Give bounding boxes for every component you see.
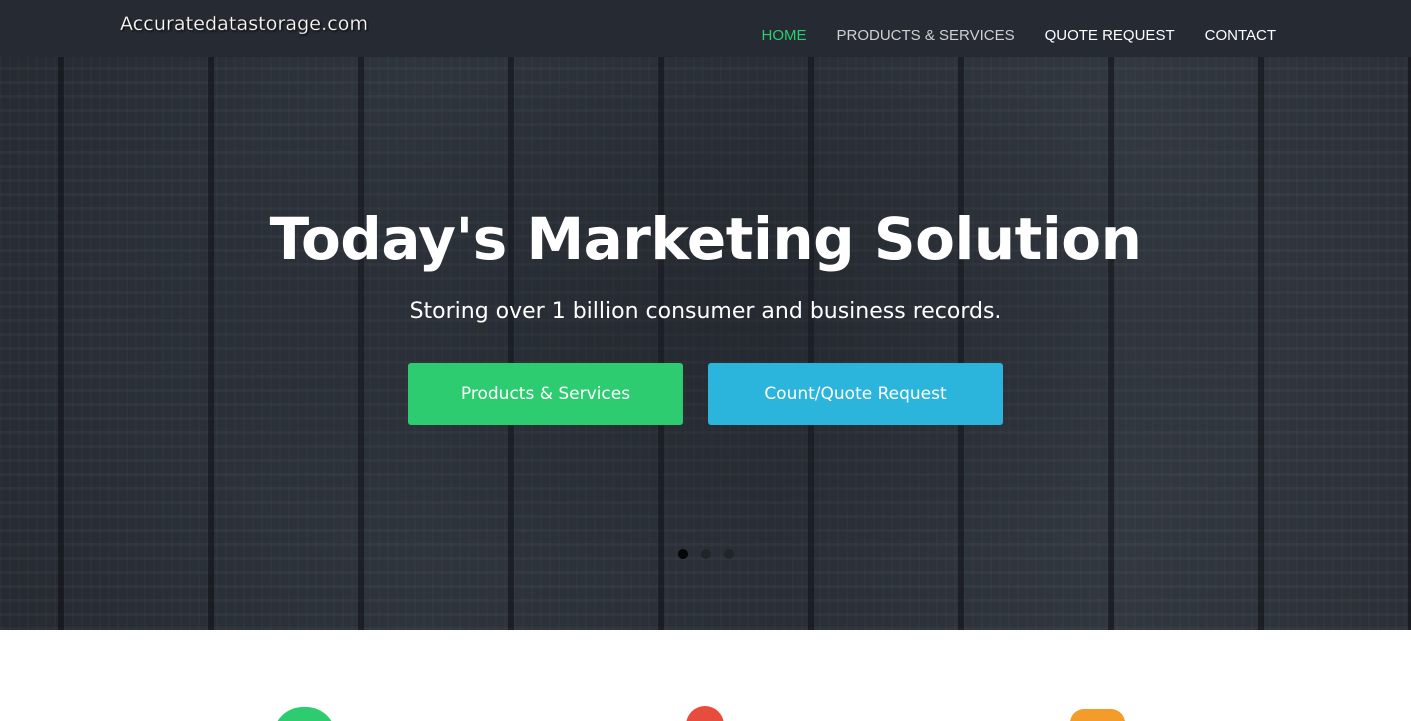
nav-quote-request[interactable]: QUOTE REQUEST: [1045, 27, 1175, 44]
chat-icon: [1070, 709, 1125, 721]
nav-products-services[interactable]: PRODUCTS & SERVICES: [836, 27, 1014, 44]
site-logo[interactable]: Accuratedatastorage.com: [120, 13, 368, 35]
top-navigation-bar: Accuratedatastorage.com HOME PRODUCTS & …: [0, 0, 1411, 57]
slide-dot-1[interactable]: [678, 549, 688, 559]
slide-dot-2[interactable]: [701, 549, 711, 559]
slider-pagination: [678, 549, 734, 559]
count-quote-request-button[interactable]: Count/Quote Request: [708, 363, 1003, 425]
hero-overlay: [0, 57, 1411, 630]
main-nav: HOME PRODUCTS & SERVICES QUOTE REQUEST C…: [761, 27, 1276, 44]
database-icon: [273, 707, 336, 721]
nav-contact[interactable]: CONTACT: [1205, 27, 1276, 44]
features-section: [0, 630, 1411, 721]
hero-slider: Today's Marketing Solution Storing over …: [0, 57, 1411, 630]
slide-dot-3[interactable]: [724, 549, 734, 559]
nav-home[interactable]: HOME: [761, 27, 806, 44]
products-services-button[interactable]: Products & Services: [408, 363, 683, 425]
hero-title: Today's Marketing Solution: [269, 205, 1142, 273]
location-pin-icon: [686, 706, 724, 721]
hero-subtitle: Storing over 1 billion consumer and busi…: [409, 299, 1002, 324]
